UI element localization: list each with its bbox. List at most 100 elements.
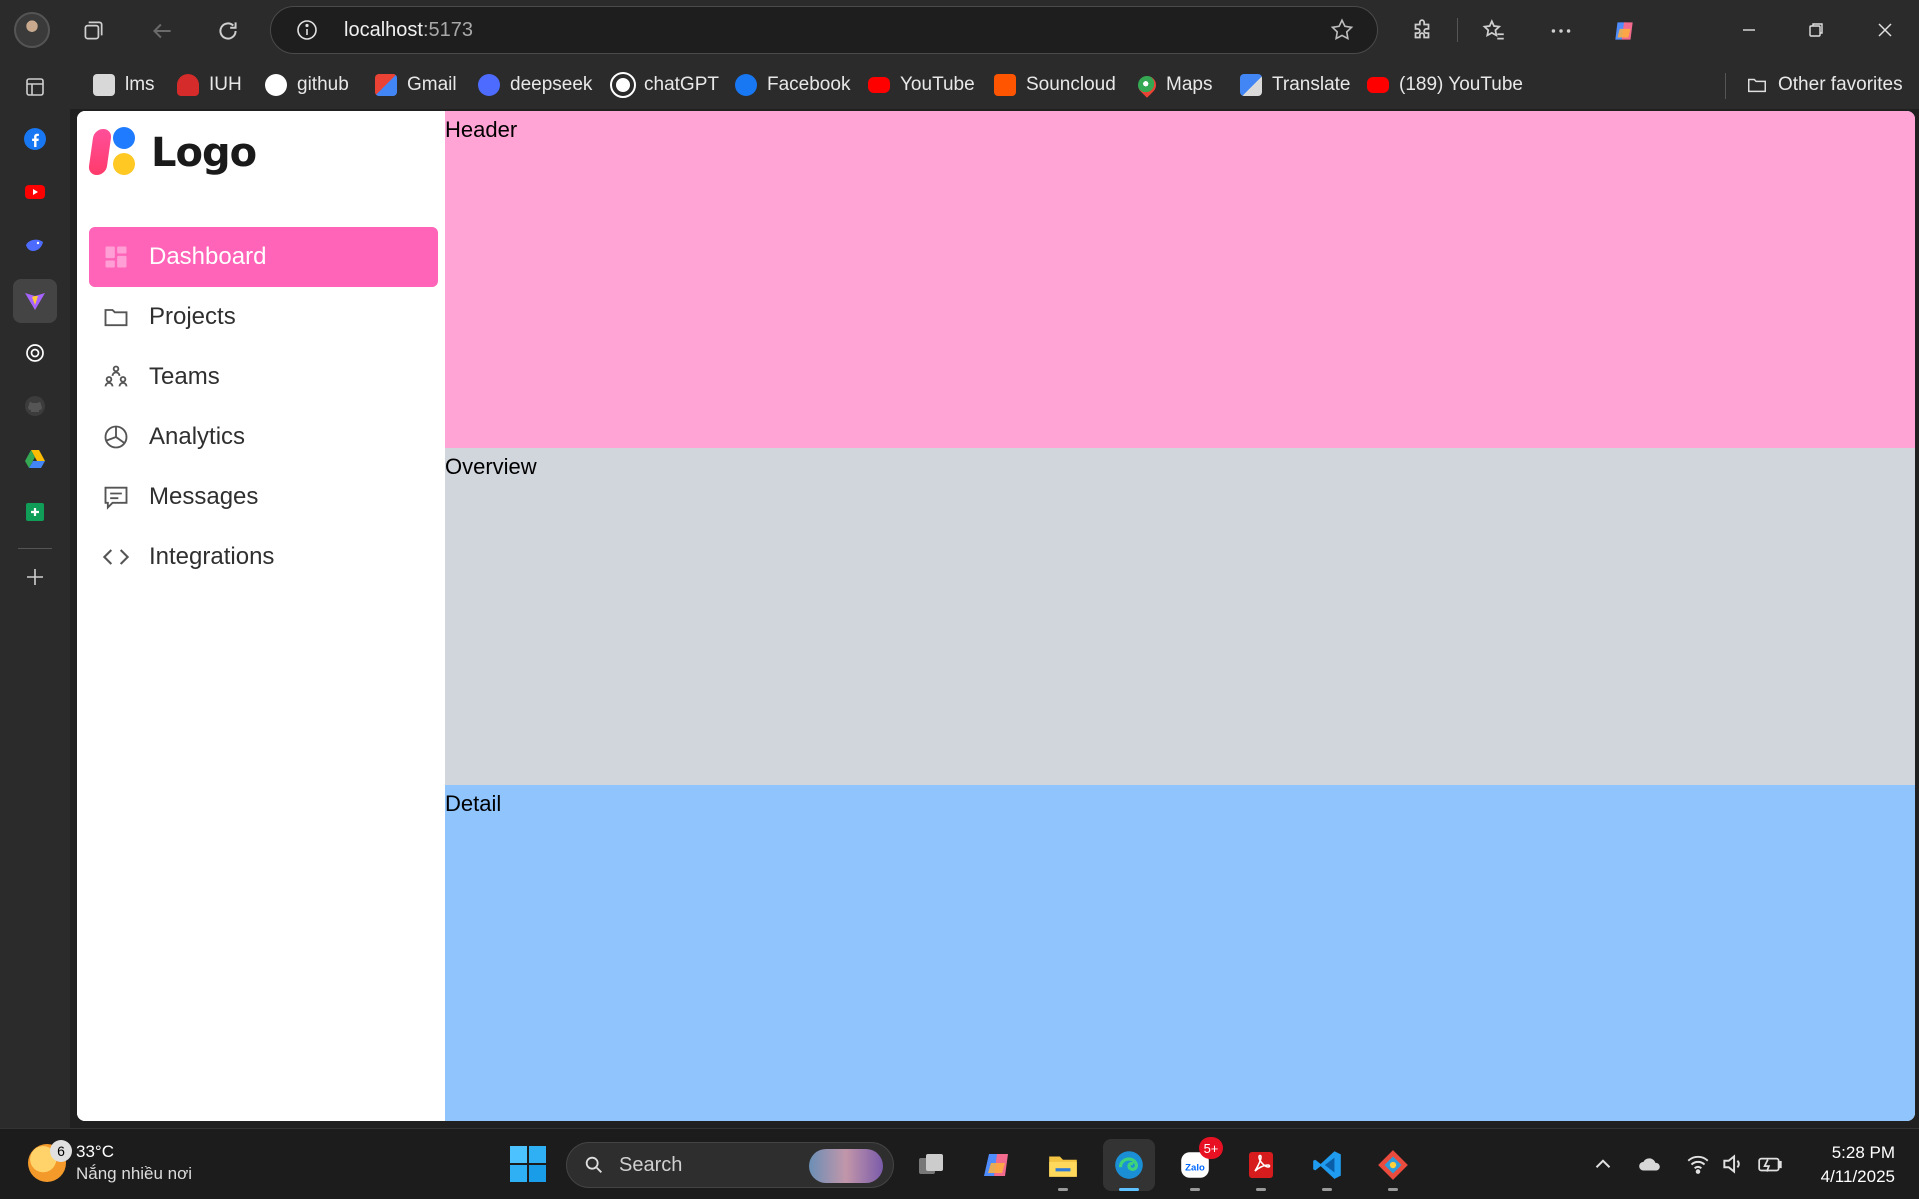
favorites-icon[interactable] bbox=[1473, 10, 1515, 52]
nav-item-messages[interactable]: Messages bbox=[89, 467, 438, 527]
favorite-facebook[interactable]: Facebook bbox=[735, 71, 850, 99]
iuh-icon bbox=[177, 74, 199, 96]
nav-item-analytics[interactable]: Analytics bbox=[89, 407, 438, 467]
restore-icon[interactable] bbox=[1798, 12, 1834, 48]
favorite-youtube[interactable]: YouTube bbox=[868, 71, 975, 99]
favorite-soundcloud[interactable]: Souncloud bbox=[994, 71, 1116, 99]
close-icon[interactable] bbox=[1867, 12, 1903, 48]
google-drive-icon[interactable] bbox=[18, 442, 52, 476]
svg-text:Zalo: Zalo bbox=[1185, 1162, 1205, 1173]
header-panel: Header bbox=[445, 111, 1915, 448]
youtube-icon[interactable] bbox=[18, 175, 52, 209]
acrobat-icon[interactable] bbox=[1235, 1139, 1287, 1191]
dashboard-icon bbox=[101, 242, 131, 272]
youtube-icon bbox=[1367, 77, 1389, 93]
wifi-icon[interactable] bbox=[1685, 1151, 1711, 1177]
chatgpt-icon[interactable] bbox=[18, 336, 52, 370]
sourcetree-icon[interactable] bbox=[1367, 1139, 1419, 1191]
favorite-lms[interactable]: lms bbox=[93, 71, 155, 99]
refresh-icon[interactable] bbox=[207, 10, 249, 52]
onedrive-icon[interactable] bbox=[1637, 1151, 1663, 1177]
favorite-label: Translate bbox=[1272, 74, 1351, 95]
nav-item-label: Analytics bbox=[149, 423, 246, 450]
logo[interactable]: Logo bbox=[87, 127, 257, 179]
detail-panel: Detail bbox=[445, 785, 1915, 1121]
running-indicator bbox=[1388, 1188, 1398, 1191]
show-hidden-icons-icon[interactable] bbox=[1590, 1151, 1616, 1177]
nav-item-dashboard[interactable]: Dashboard bbox=[89, 227, 438, 287]
favorite-label: Facebook bbox=[767, 74, 851, 95]
favorite-deepseek[interactable]: deepseek bbox=[478, 71, 592, 99]
file-explorer-icon[interactable] bbox=[1037, 1139, 1089, 1191]
favorite-label: lms bbox=[125, 74, 155, 95]
detail-panel-title: Detail bbox=[445, 791, 502, 816]
message-icon bbox=[101, 482, 131, 512]
weather-sun-icon: 6 bbox=[28, 1140, 72, 1182]
github-icon[interactable] bbox=[18, 389, 52, 423]
translate-icon bbox=[1240, 74, 1262, 96]
weather-temp: 33°C bbox=[76, 1142, 114, 1161]
more-options-icon[interactable] bbox=[1540, 10, 1582, 52]
app-sidebar: Logo Dashboard Projects Teams Analytics bbox=[77, 111, 445, 1121]
other-favorites[interactable]: Other favorites bbox=[1746, 71, 1903, 99]
favorite-translate[interactable]: Translate bbox=[1240, 71, 1351, 99]
back-icon[interactable] bbox=[141, 10, 183, 52]
nav-item-label: Integrations bbox=[149, 543, 275, 570]
weather-desc: Nắng nhiều nơi bbox=[76, 1164, 193, 1183]
address-bar[interactable]: localhost:5173 bbox=[270, 6, 1378, 54]
vscode-icon[interactable] bbox=[1301, 1139, 1353, 1191]
browser-titlebar: localhost:5173 bbox=[0, 0, 1919, 61]
running-indicator bbox=[1058, 1188, 1068, 1191]
github-icon bbox=[265, 74, 287, 96]
taskbar-search[interactable]: Search bbox=[566, 1142, 894, 1188]
overview-panel-title: Overview bbox=[445, 454, 537, 479]
favorites-divider bbox=[1725, 73, 1726, 99]
taskbar-clock[interactable]: 5:28 PM 4/11/2025 bbox=[1821, 1141, 1895, 1189]
nav-item-teams[interactable]: Teams bbox=[89, 347, 438, 407]
favorite-label: Gmail bbox=[407, 74, 457, 95]
extensions-icon[interactable] bbox=[1401, 10, 1443, 52]
maps-icon bbox=[1134, 72, 1160, 98]
profile-avatar[interactable] bbox=[14, 12, 50, 48]
favorite-iuh[interactable]: IUH bbox=[177, 71, 242, 99]
favorite-github[interactable]: github bbox=[265, 71, 349, 99]
copilot-icon[interactable] bbox=[971, 1139, 1023, 1191]
nav-item-label: Dashboard bbox=[149, 243, 267, 270]
add-icon[interactable] bbox=[18, 560, 52, 594]
favorite-youtube-189[interactable]: (189) YouTube bbox=[1367, 71, 1523, 99]
tab-actions-icon[interactable] bbox=[18, 70, 52, 104]
running-indicator bbox=[1190, 1188, 1200, 1191]
weather-widget[interactable]: 6 33°C Nắng nhiều nơi bbox=[28, 1140, 192, 1185]
volume-icon[interactable] bbox=[1720, 1151, 1746, 1177]
favorite-star-icon[interactable] bbox=[1329, 17, 1355, 43]
battery-icon[interactable] bbox=[1757, 1151, 1783, 1177]
facebook-icon[interactable] bbox=[18, 122, 52, 156]
task-view-icon[interactable] bbox=[905, 1139, 957, 1191]
nav-item-integrations[interactable]: Integrations bbox=[89, 527, 438, 587]
workspaces-icon[interactable] bbox=[72, 10, 114, 52]
vite-app-icon[interactable] bbox=[13, 279, 57, 323]
windows-start-icon[interactable] bbox=[508, 1144, 548, 1184]
notification-badge: 5+ bbox=[1199, 1137, 1223, 1159]
teams-icon bbox=[101, 362, 131, 392]
logo-text: Logo bbox=[151, 130, 257, 176]
google-sheets-icon[interactable] bbox=[18, 495, 52, 529]
folder-icon bbox=[1748, 78, 1766, 93]
minimize-icon[interactable] bbox=[1731, 12, 1767, 48]
nav-item-projects[interactable]: Projects bbox=[89, 287, 438, 347]
favorite-gmail[interactable]: Gmail bbox=[375, 71, 457, 99]
nav-item-label: Messages bbox=[149, 483, 259, 510]
edge-browser-icon[interactable] bbox=[1103, 1139, 1155, 1191]
favorite-chatgpt[interactable]: chatGPT bbox=[610, 71, 719, 99]
url-text[interactable]: localhost:5173 bbox=[344, 19, 473, 42]
weather-badge: 6 bbox=[50, 1140, 72, 1162]
clock-date: 4/11/2025 bbox=[1820, 1167, 1895, 1186]
weather-text: 33°C Nắng nhiều nơi bbox=[76, 1141, 192, 1185]
copilot-icon[interactable] bbox=[1603, 10, 1645, 52]
deepseek-icon[interactable] bbox=[18, 228, 52, 262]
favorite-label: Souncloud bbox=[1026, 74, 1116, 95]
site-info-icon[interactable] bbox=[295, 18, 319, 42]
zalo-icon[interactable]: Zalo 5+ bbox=[1169, 1137, 1223, 1191]
favorite-maps[interactable]: Maps bbox=[1134, 71, 1212, 99]
nav-item-label: Teams bbox=[149, 363, 220, 390]
